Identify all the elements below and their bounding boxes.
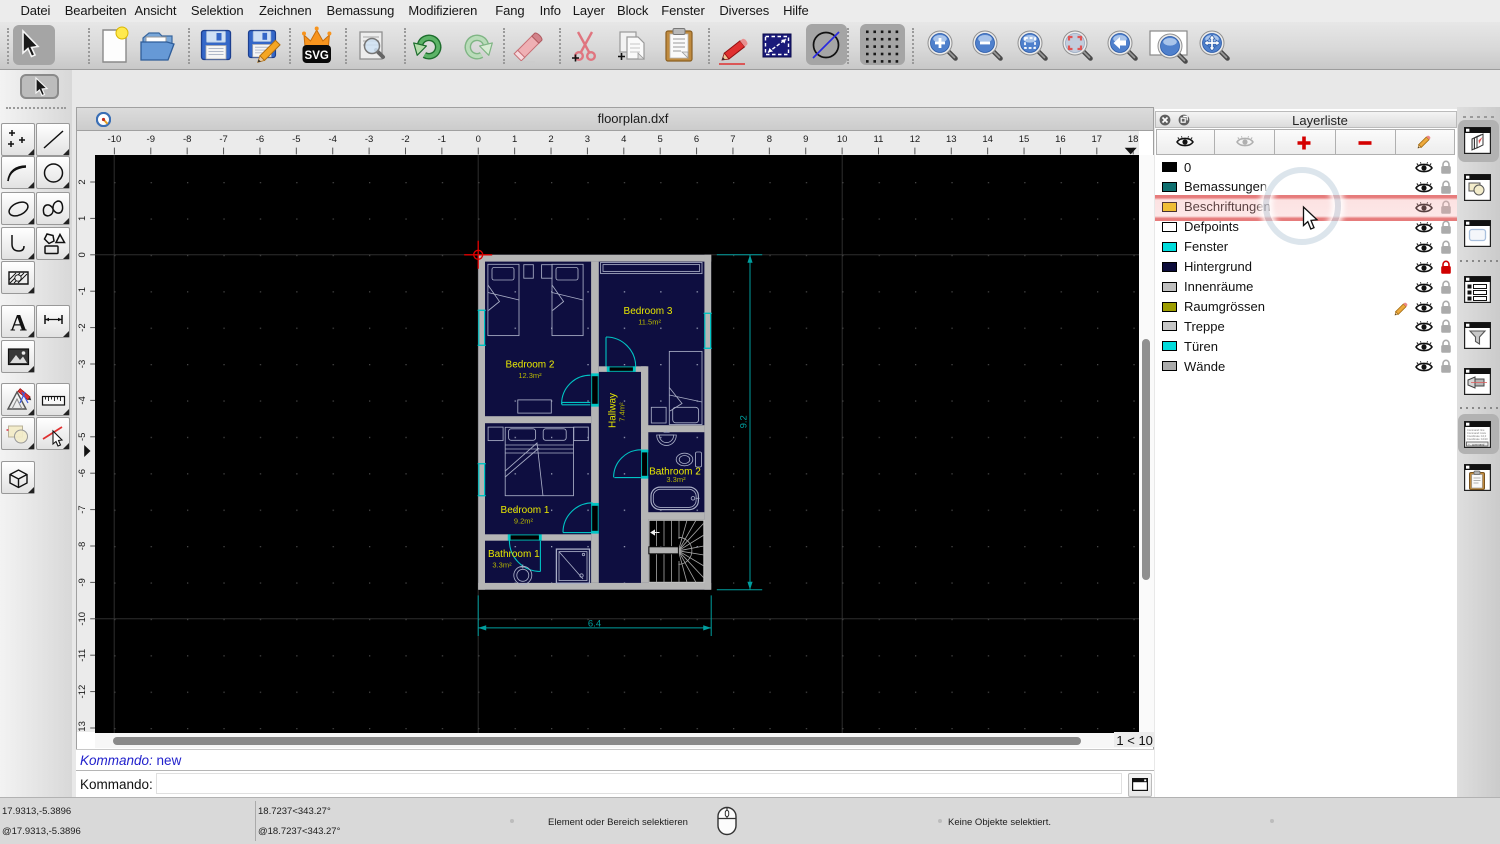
svg-text:-1: -1 [77, 287, 88, 295]
svg-text:11.5m²: 11.5m² [638, 317, 661, 326]
svg-text:-2: -2 [401, 134, 409, 145]
svg-text:-10: -10 [108, 134, 122, 145]
svg-text:4: 4 [621, 134, 626, 145]
svg-text:-11: -11 [77, 648, 88, 661]
svg-text:-5: -5 [292, 134, 300, 145]
svg-text:-7: -7 [219, 134, 227, 145]
svg-text:15: 15 [1019, 134, 1030, 145]
svg-text:-1: -1 [438, 134, 446, 145]
svg-text:-6: -6 [77, 469, 88, 477]
svg-text:6: 6 [694, 134, 699, 145]
svg-text:2: 2 [548, 134, 553, 145]
svg-text:17: 17 [1092, 134, 1103, 145]
svg-text:Coordinate: 10/10: Coordinate: 10/10 [1467, 437, 1488, 441]
svg-text:A: A [10, 310, 27, 335]
svg-text:-3: -3 [77, 359, 88, 367]
svg-text:Bedroom 2: Bedroom 2 [506, 359, 555, 370]
svg-text:0: 0 [476, 134, 481, 145]
svg-text:7: 7 [730, 134, 735, 145]
svg-text:-4: -4 [328, 134, 336, 145]
svg-text:16: 16 [1055, 134, 1066, 145]
svg-text:Bedroom 1: Bedroom 1 [501, 504, 550, 515]
svg-text:12.3m²: 12.3m² [518, 370, 542, 379]
svg-text:8: 8 [767, 134, 772, 145]
svg-text:-4: -4 [77, 396, 88, 404]
svg-text:12: 12 [910, 134, 921, 145]
svg-text:-6: -6 [256, 134, 264, 145]
svg-text:18: 18 [1128, 134, 1139, 145]
svg-text:SVG: SVG [305, 50, 329, 62]
svg-text:1: 1 [512, 134, 517, 145]
svg-text:3: 3 [585, 134, 590, 145]
svg-text:7.4m²: 7.4m² [617, 402, 626, 422]
svg-text:-9: -9 [147, 134, 155, 145]
svg-text:1: 1 [77, 215, 88, 220]
svg-text:Bedroom 3: Bedroom 3 [624, 305, 673, 316]
svg-text:2: 2 [77, 179, 88, 184]
svg-text:0: 0 [77, 252, 88, 257]
svg-text:13: 13 [946, 134, 957, 145]
svg-text:3.3m²: 3.3m² [492, 560, 512, 569]
svg-text:-9: -9 [77, 578, 88, 586]
svg-text:11: 11 [874, 134, 884, 145]
svg-text:9.2m²: 9.2m² [514, 516, 534, 525]
svg-text:-7: -7 [77, 505, 88, 513]
svg-text:-12: -12 [77, 684, 88, 698]
svg-text:-3: -3 [365, 134, 373, 145]
svg-text:9.2: 9.2 [739, 415, 750, 428]
svg-text:5: 5 [658, 134, 663, 145]
svg-text:-5: -5 [77, 432, 88, 440]
svg-text:-10: -10 [77, 612, 88, 626]
svg-text:>_ command: >_ command [1468, 442, 1485, 446]
svg-text:-8: -8 [77, 541, 88, 549]
svg-text:-8: -8 [183, 134, 191, 145]
svg-text:9: 9 [803, 134, 808, 145]
svg-text:14: 14 [982, 134, 993, 145]
svg-text:Bathroom 1: Bathroom 1 [488, 549, 540, 560]
svg-text:-2: -2 [77, 323, 88, 331]
svg-text:10: 10 [837, 134, 848, 145]
svg-text:-13: -13 [77, 721, 88, 732]
svg-text:3.3m²: 3.3m² [666, 475, 686, 484]
svg-text:6.4: 6.4 [588, 618, 601, 629]
